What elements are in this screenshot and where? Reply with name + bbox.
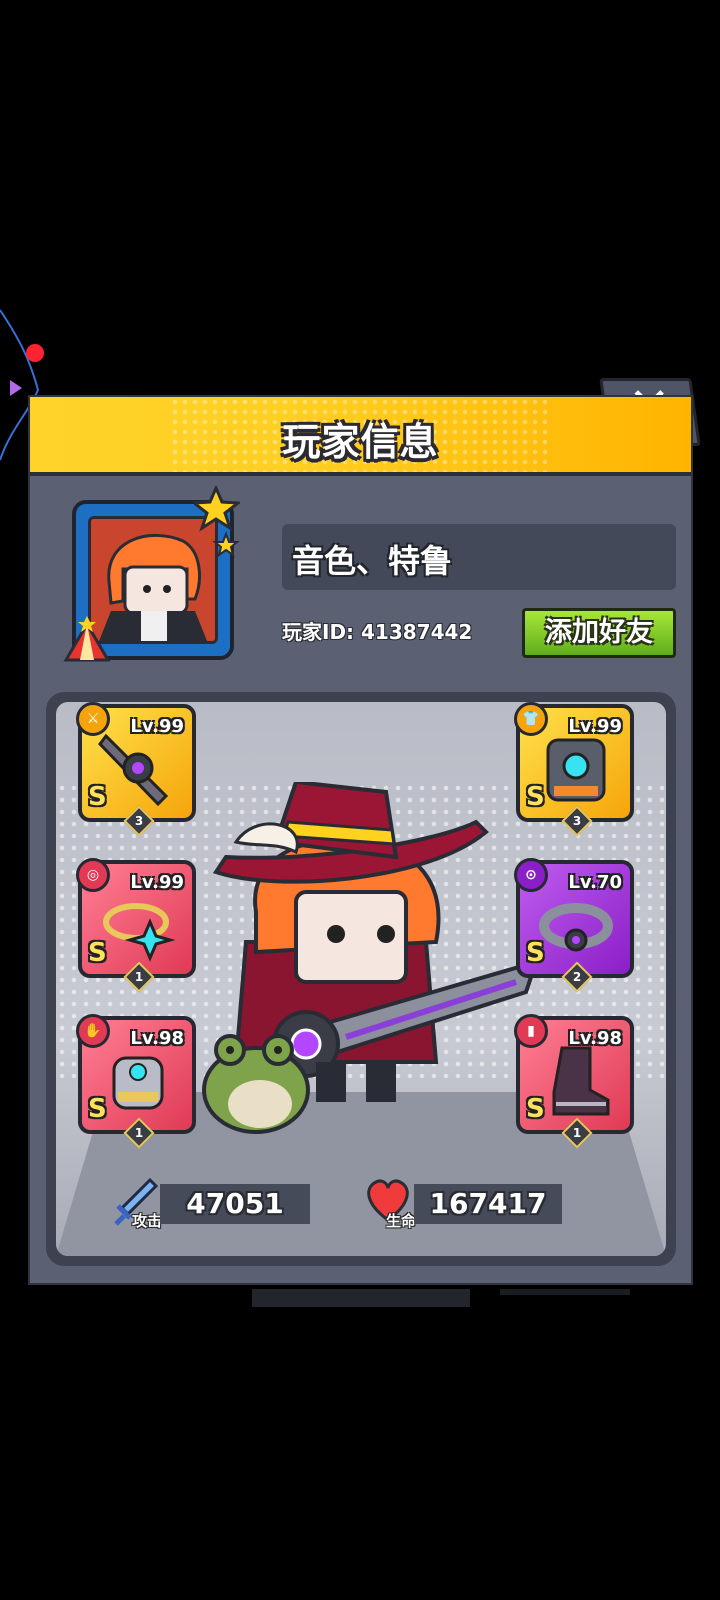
equip-slot-gloves[interactable]: ✋ Lv.98 S 1: [76, 1014, 196, 1149]
gloves-art: [112, 1056, 164, 1110]
add-friend-button[interactable]: 添加好友: [522, 608, 676, 658]
slot-level: Lv.99: [130, 716, 184, 737]
slot-grade: S: [88, 938, 107, 968]
boots-art: [552, 1046, 610, 1116]
player-avatar[interactable]: [63, 486, 240, 662]
attack-stat: 47051: [160, 1184, 310, 1224]
frog-pet: [202, 1034, 310, 1134]
equip-slot-armor[interactable]: 👕 Lv.99 S 3: [514, 702, 634, 837]
hp-stat: 167417: [414, 1184, 562, 1224]
player-id: 玩家ID: 41387442: [282, 620, 473, 644]
attack-label: 攻击: [132, 1212, 163, 1230]
slot-grade: S: [88, 782, 107, 812]
circus-tent-icon: [63, 616, 111, 662]
slot-level: Lv.99: [130, 872, 184, 893]
equip-slot-boots[interactable]: ▮ Lv.98 S 1: [514, 1014, 634, 1149]
attack-value: 47051: [186, 1187, 284, 1220]
dialog-header: 玩家信息: [30, 397, 691, 476]
equip-slot-weapon[interactable]: ⚔ Lv.99 S 3: [76, 702, 196, 837]
belt-art: [539, 903, 613, 952]
weapon-art: [98, 733, 169, 807]
hp-value: 167417: [429, 1187, 547, 1220]
star-icon: [194, 486, 240, 558]
dialog-title: 玩家信息: [282, 420, 439, 464]
add-friend-label: 添加好友: [545, 617, 653, 648]
slot-level: Lv.98: [568, 1028, 622, 1049]
slot-level: Lv.98: [130, 1028, 184, 1049]
necklace-art: [103, 903, 176, 962]
equip-slot-necklace[interactable]: ◎ Lv.99 S 1: [76, 858, 196, 993]
slot-level: Lv.70: [568, 872, 622, 893]
player-name: 音色、特鲁: [292, 542, 453, 580]
slot-grade: S: [526, 938, 545, 968]
notification-dot: [26, 344, 44, 362]
player-name-box: 音色、特鲁: [282, 524, 676, 590]
slot-grade: S: [88, 1094, 107, 1124]
armor-art: [546, 738, 606, 802]
slot-level: Lv.99: [568, 716, 622, 737]
hp-label: 生命: [386, 1212, 417, 1230]
slot-grade: S: [526, 782, 545, 812]
slot-grade: S: [526, 1094, 545, 1124]
equip-slot-belt[interactable]: ⊙ Lv.70 S 2: [514, 858, 634, 993]
bottom-shadow-bar: [252, 1289, 470, 1307]
bottom-shadow-bar-right: [500, 1289, 630, 1295]
